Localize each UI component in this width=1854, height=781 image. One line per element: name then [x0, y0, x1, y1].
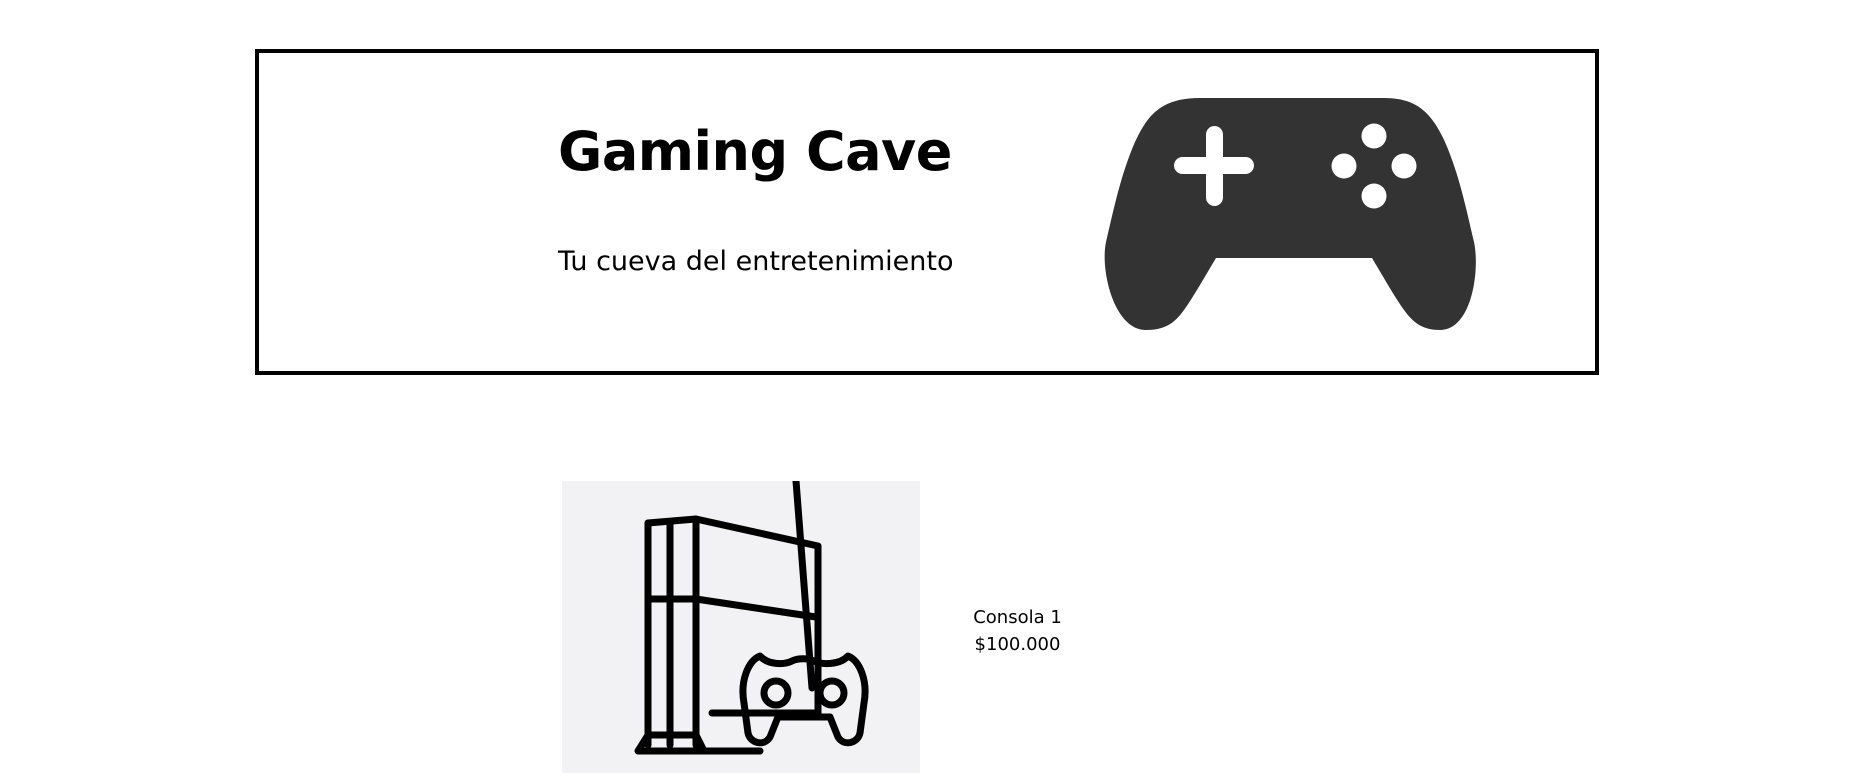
product-image[interactable]: [562, 481, 920, 773]
product-price: $100.000: [974, 634, 1061, 655]
gamepad-icon: [1104, 98, 1476, 330]
game-console-icon: [634, 481, 869, 755]
site-tagline: Tu cueva del entretenimiento: [558, 246, 954, 277]
product-card-info: Consola 1 $100.000: [960, 604, 1075, 658]
site-title: Gaming Cave: [558, 120, 952, 183]
product-name[interactable]: Consola 1: [960, 604, 1075, 631]
